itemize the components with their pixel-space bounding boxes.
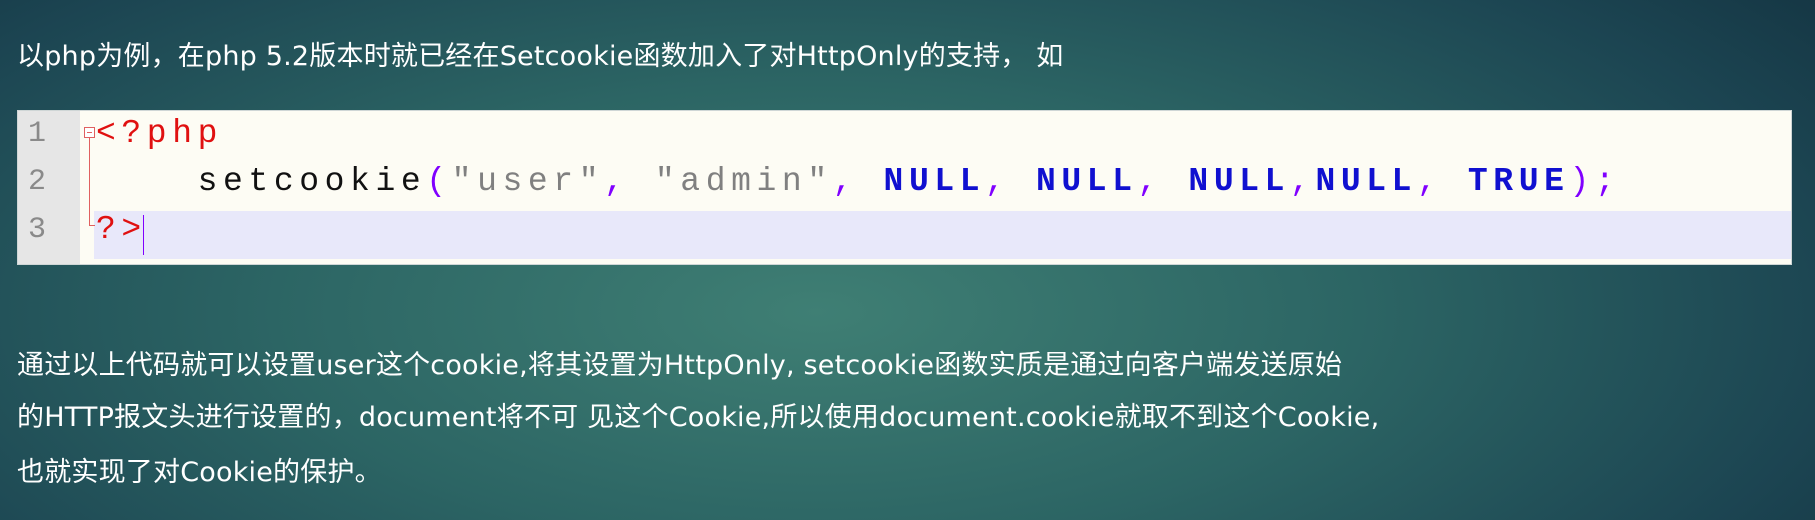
comma: , <box>1290 163 1316 200</box>
intro-text: 以php为例，在php 5.2版本时就已经在Setcookie函数加入了对Htt… <box>17 41 1064 72</box>
text-caret <box>143 215 144 255</box>
string-arg: "admin" <box>654 163 833 200</box>
keyword-arg: TRUE <box>1467 163 1570 200</box>
fold-end-marker <box>89 225 95 226</box>
code-line-2: setcookie("user", "admin", NULL, NULL, N… <box>96 163 1620 200</box>
comma: , <box>604 163 655 200</box>
keyword-arg: NULL <box>1035 163 1138 200</box>
keyword-arg: NULL <box>883 163 986 200</box>
keyword-arg: NULL <box>1315 163 1418 200</box>
keyword-arg: NULL <box>1188 163 1291 200</box>
paren: ( <box>426 163 452 200</box>
line-number: 2 <box>28 165 47 199</box>
explanation-line-2: 的HTTP报文头进行设置的，document将不可 见这个Cookie,所以使用… <box>17 402 1380 433</box>
fold-collapse-icon[interactable] <box>84 127 95 138</box>
line-number-gutter: 1 2 3 <box>18 111 80 264</box>
code-editor: 1 2 3 <?php setcookie("user", "admin", N… <box>17 110 1792 265</box>
php-open-tag: <?php <box>96 115 224 152</box>
comma: , <box>1417 163 1468 200</box>
line-number: 3 <box>28 213 47 247</box>
code-line-1: <?php <box>96 115 223 152</box>
code-line-3: ?> <box>96 211 147 248</box>
php-close-tag: ?> <box>96 211 147 248</box>
close-paren: ); <box>1569 163 1621 200</box>
explanation-line-1: 通过以上代码就可以设置user这个cookie,将其设置为HttpOnly, s… <box>17 350 1343 381</box>
current-line-highlight <box>94 211 1791 259</box>
line-number: 1 <box>28 117 47 151</box>
fold-line <box>89 138 90 226</box>
string-arg: "user" <box>451 163 605 200</box>
comma: , <box>1137 163 1189 200</box>
explanation-line-3: 也就实现了对Cookie的保护。 <box>17 457 382 488</box>
comma: , <box>832 163 884 200</box>
comma: , <box>985 163 1036 200</box>
function-name: setcookie <box>197 163 427 200</box>
